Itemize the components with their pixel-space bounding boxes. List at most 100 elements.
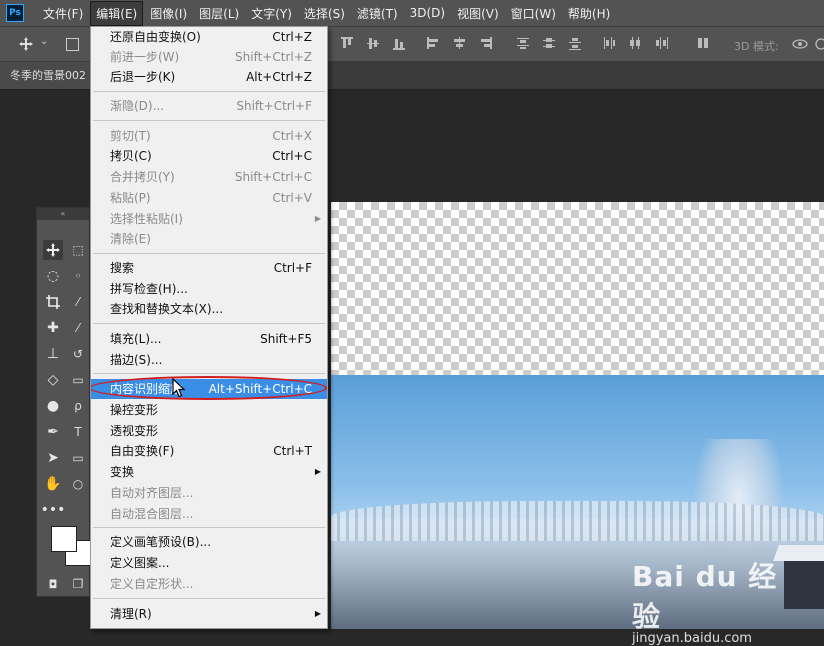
align-hcenter-icon[interactable] [452,36,466,50]
mouse-cursor-icon [172,377,186,398]
baidu-watermark: Bai du 经验 jingyan.baidu.com [632,555,802,646]
distribute-hcenter-icon[interactable] [628,36,642,50]
menu-item-fill[interactable]: 填充(L)... Shift+F5 [91,329,327,349]
watermark-url: jingyan.baidu.com [632,631,752,646]
menu-help[interactable]: 帮助(H) [563,2,615,25]
align-vcenter-icon[interactable] [366,36,380,50]
move-tool-icon[interactable] [43,240,63,260]
menu-separator [93,373,325,374]
hand-tool-icon[interactable]: ✋ [43,474,63,494]
menu-separator [93,253,325,254]
menu-item-paste-special[interactable]: 选择性粘贴(I) ▶ [91,209,327,229]
menu-item-puppet-warp[interactable]: 操控变形 [91,400,327,420]
align-top-icon[interactable] [340,36,354,50]
screen-mode-icon[interactable]: ❐ [70,574,86,594]
menu-file[interactable]: 文件(F) [38,2,88,25]
quick-select-tool-icon[interactable]: ◦ [70,266,86,286]
photoshop-app-icon[interactable]: Ps [6,4,24,22]
menu-item-step-backward[interactable]: 后退一步(K) Alt+Ctrl+Z [91,67,327,87]
align-left-icon[interactable] [426,36,440,50]
menu-item-define-brush-preset[interactable]: 定义画笔预设(B)... [91,532,327,552]
menu-separator [93,527,325,528]
distribute-vcenter-icon[interactable] [542,36,556,50]
menu-item-search[interactable]: 搜索 Ctrl+F [91,258,327,278]
more-tools-icon[interactable]: ••• [41,500,66,520]
submenu-arrow-icon: ▶ [314,214,321,223]
menu-window[interactable]: 窗口(W) [506,2,561,25]
menu-item-perspective-warp[interactable]: 透视变形 [91,421,327,441]
distribute-bottom-icon[interactable] [568,36,582,50]
submenu-arrow-icon: ▶ [314,609,321,618]
history-brush-tool-icon[interactable]: ↺ [70,344,86,364]
chevron-down-icon[interactable]: ⌄ [40,36,54,50]
menu-item-define-custom-shape[interactable]: 定义自定形状... [91,574,327,594]
gradient-tool-icon[interactable]: ▭ [70,370,86,390]
menu-item-purge[interactable]: 清理(R) ▶ [91,604,327,624]
watermark-brand: Bai du 经验 [632,560,778,633]
menu-item-auto-blend-layers[interactable]: 自动混合图层... [91,504,327,524]
menu-separator [93,91,325,92]
blur-tool-icon[interactable]: ● [43,396,63,416]
menu-view[interactable]: 视图(V) [452,2,504,25]
3d-roll-icon[interactable] [814,36,824,50]
align-bottom-icon[interactable] [392,36,406,50]
menu-item-define-pattern[interactable]: 定义图案... [91,553,327,573]
menu-separator [93,323,325,324]
menu-layer[interactable]: 图层(L) [194,2,244,25]
quick-mask-icon[interactable]: ◘ [43,574,63,594]
menu-type[interactable]: 文字(Y) [246,2,297,25]
menu-item-step-forward[interactable]: 前进一步(W) Shift+Ctrl+Z [91,47,327,67]
menu-item-copy[interactable]: 拷贝(C) Ctrl+C [91,146,327,166]
healing-brush-tool-icon[interactable]: ✚ [43,318,63,338]
menu-item-spell-check[interactable]: 拼写检查(H)... [91,279,327,299]
menu-item-paste[interactable]: 粘贴(P) Ctrl+V [91,188,327,208]
transparent-area [331,202,824,375]
menu-bar: Ps 文件(F) 编辑(E) 图像(I) 图层(L) 文字(Y) 选择(S) 滤… [0,0,824,26]
tools-panel-collapse[interactable]: « [37,208,89,220]
auto-select-checkbox[interactable] [66,38,79,51]
menu-item-find-replace[interactable]: 查找和替换文本(X)... [91,299,327,319]
3d-orbit-icon[interactable] [792,36,808,50]
lasso-tool-icon[interactable]: ◌ [43,266,63,286]
eyedropper-tool-icon[interactable]: ⁄ [70,292,86,312]
dodge-tool-icon[interactable]: ρ [70,396,86,416]
distribute-right-icon[interactable] [654,36,668,50]
clone-stamp-tool-icon[interactable]: ⊥ [43,344,63,364]
pen-tool-icon[interactable]: ✒ [43,422,63,442]
menu-item-undo[interactable]: 还原自由变换(O) Ctrl+Z [91,27,327,47]
submenu-arrow-icon: ▶ [314,467,321,476]
marquee-tool-icon[interactable]: ⬚ [70,240,86,260]
distribute-left-icon[interactable] [602,36,616,50]
menu-edit[interactable]: 编辑(E) [90,0,144,26]
brush-tool-icon[interactable]: ⁄ [70,318,86,338]
menu-item-transform[interactable]: 变换 ▶ [91,462,327,482]
3d-mode-label: 3D 模式: [734,40,779,53]
eraser-tool-icon[interactable]: ◇ [43,370,63,390]
tools-panel: « ⬚ ◌ ◦ ⁄ ✚ ⁄ ⊥ ↺ ◇ ▭ ● ρ ✒ T ➤ ▭ ✋ ○ ••… [36,207,91,597]
shape-tool-icon[interactable]: ▭ [70,448,86,468]
crop-tool-icon[interactable] [43,292,63,312]
menu-image[interactable]: 图像(I) [145,2,192,25]
zoom-tool-icon[interactable]: ○ [70,474,86,494]
menu-item-clear[interactable]: 清除(E) [91,229,327,249]
menu-3d[interactable]: 3D(D) [405,3,450,23]
menu-item-cut[interactable]: 剪切(T) Ctrl+X [91,126,327,146]
type-tool-icon[interactable]: T [70,422,86,442]
move-tool-icon[interactable] [18,36,33,51]
menu-item-fade[interactable]: 渐隐(D)... Shift+Ctrl+F [91,96,327,116]
menu-item-auto-align-layers[interactable]: 自动对齐图层... [91,483,327,503]
menu-filter[interactable]: 滤镜(T) [352,2,403,25]
path-select-tool-icon[interactable]: ➤ [43,448,63,468]
distribute-top-icon[interactable] [516,36,530,50]
menu-item-copy-merged[interactable]: 合并拷贝(Y) Shift+Ctrl+C [91,167,327,187]
foreground-color-swatch[interactable] [51,526,77,552]
menu-select[interactable]: 选择(S) [299,2,350,25]
edit-menu-dropdown: 还原自由变换(O) Ctrl+Z 前进一步(W) Shift+Ctrl+Z 后退一步… [90,26,328,629]
menu-item-stroke[interactable]: 描边(S)... [91,350,327,370]
menu-separator [93,120,325,121]
menu-item-free-transform[interactable]: 自由变换(F) Ctrl+T [91,441,327,461]
auto-align-icon[interactable] [696,36,710,50]
menu-separator [93,598,325,599]
align-right-icon[interactable] [478,36,492,50]
red-annotation-ring [91,376,327,400]
